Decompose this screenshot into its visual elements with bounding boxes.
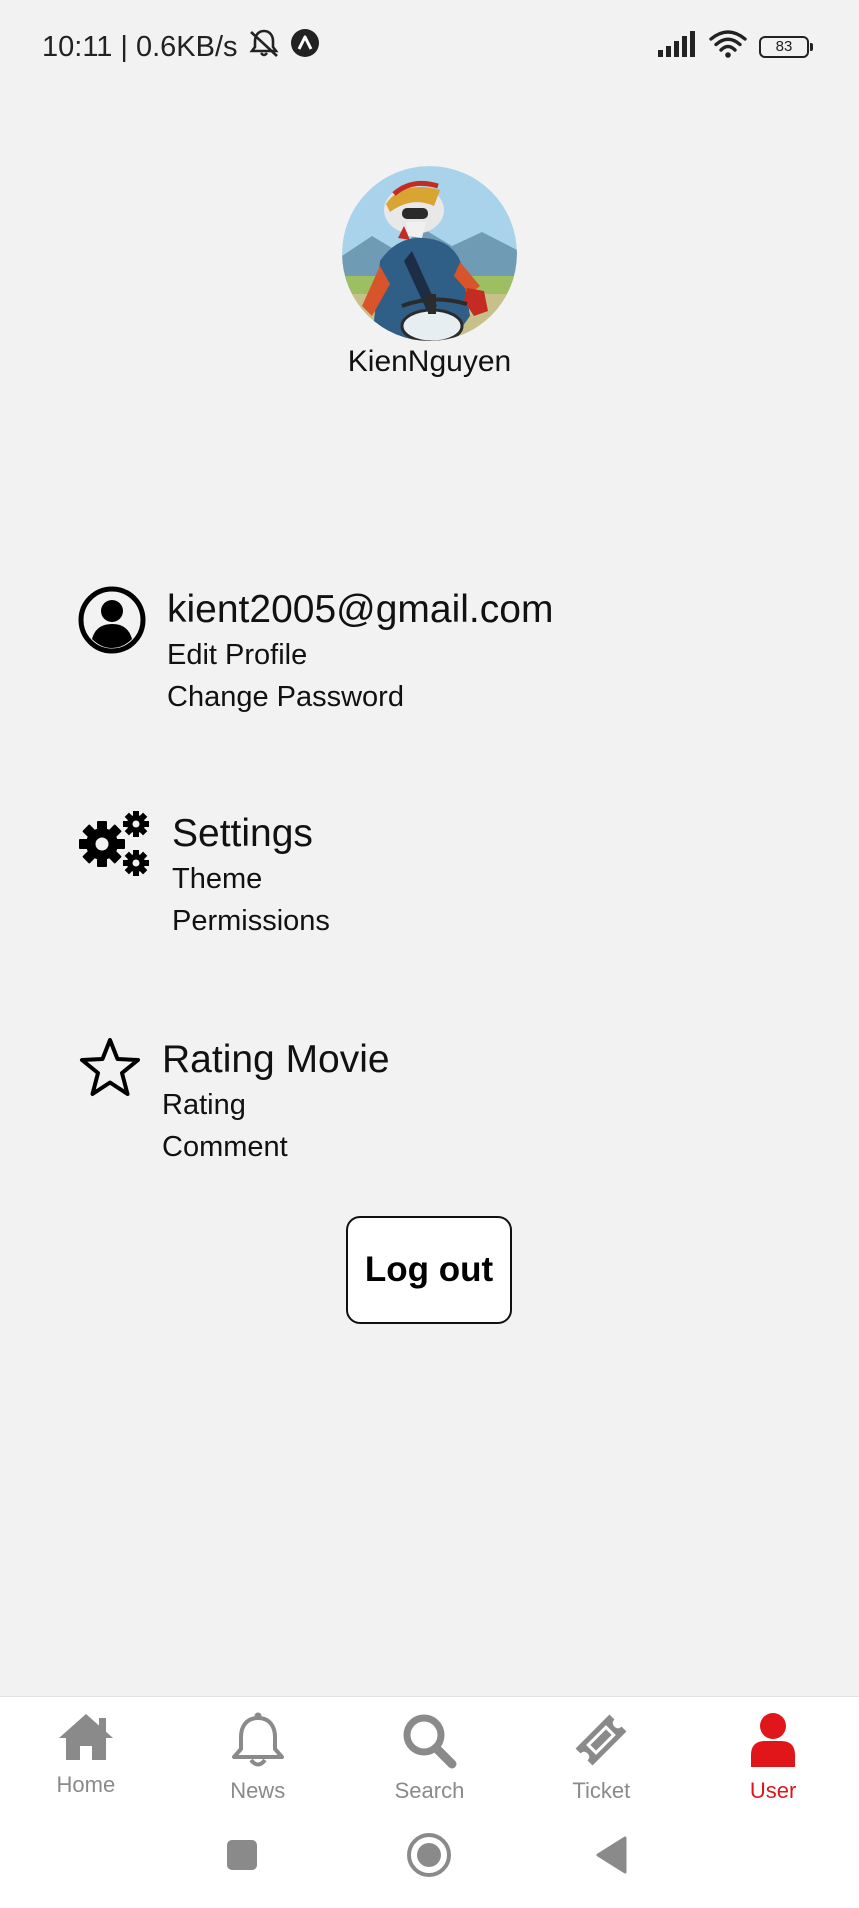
status-separator: | [120,30,128,63]
settings-body: Settings Theme Permissions [172,810,330,942]
change-password-link[interactable]: Change Password [167,676,553,718]
rating-body: Rating Movie Rating Comment [162,1036,390,1168]
app-notification-icon [290,28,320,66]
nav-search-label: Search [394,1778,465,1803]
permissions-link[interactable]: Permissions [172,900,330,942]
nav-news[interactable]: News [172,1697,344,1821]
recents-button[interactable] [210,1820,274,1894]
recents-square-icon [226,1839,258,1876]
system-nav [0,1820,859,1908]
status-time: 10:11 [42,30,113,63]
account-circle-icon [78,586,146,659]
status-bar: 10:11 | 0.6KB/s 83 [0,0,859,92]
status-speed: 0.6KB/s [135,30,238,63]
nav-ticket-label: Ticket [572,1778,631,1803]
rating-movie-title: Rating Movie [162,1038,390,1081]
rating-link[interactable]: Rating [162,1084,390,1126]
nav-user[interactable]: User [687,1697,859,1821]
signal-icon [657,31,697,62]
nav-home[interactable]: Home [0,1697,172,1821]
theme-link[interactable]: Theme [172,858,330,900]
nav-search[interactable]: Search [344,1697,516,1821]
home-system-button[interactable] [397,1820,461,1894]
nav-ticket[interactable]: Ticket [515,1697,687,1821]
settings-title: Settings [172,812,313,855]
ticket-icon [571,1711,631,1774]
nav-home-label: Home [56,1772,116,1797]
account-email: kient2005@gmail.com [167,588,554,631]
avatar[interactable] [342,166,517,341]
wifi-icon [709,30,747,63]
nav-user-label: User [749,1778,797,1803]
edit-profile-link[interactable]: Edit Profile [167,634,553,676]
back-system-button[interactable] [580,1820,644,1894]
mute-bell-icon [246,28,282,66]
logout-button[interactable]: Log out [346,1216,512,1324]
battery-icon: 83 [759,35,813,58]
home-icon [56,1711,116,1768]
account-body: kient2005@gmail.com Edit Profile Change … [167,586,553,718]
status-left: 10:11 | 0.6KB/s [42,28,320,66]
status-right: 83 [657,30,813,63]
back-triangle-icon [595,1836,629,1879]
avatar-image [342,166,517,341]
home-circle-icon [406,1832,452,1883]
battery-level: 83 [775,38,793,55]
nav-news-label: News [230,1778,286,1803]
search-icon [399,1711,459,1774]
bell-icon [228,1711,288,1774]
star-outline-icon [78,1036,142,1103]
gears-icon [78,810,152,883]
user-icon [743,1711,803,1774]
username: KienNguyen [347,345,512,378]
comment-link[interactable]: Comment [162,1126,390,1168]
bottom-nav: Home News Search Ticket User [0,1696,859,1821]
